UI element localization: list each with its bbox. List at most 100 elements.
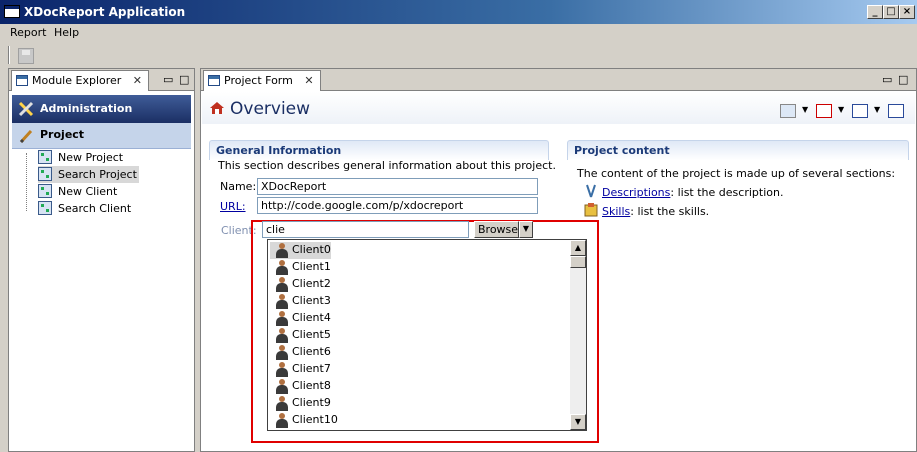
client-suggestion-list[interactable]: Client0 Client1 Client2 Client3 Client4 … bbox=[267, 239, 587, 431]
menu-report[interactable]: Report bbox=[10, 26, 46, 39]
tree-item-label: Search Project bbox=[58, 168, 137, 181]
user-icon bbox=[276, 345, 288, 360]
search-project-icon bbox=[38, 167, 52, 181]
save-icon[interactable] bbox=[18, 48, 34, 64]
tree-item-label: Search Client bbox=[58, 202, 132, 215]
new-client-icon bbox=[38, 184, 52, 198]
list-scrollbar[interactable]: ▲ ▼ bbox=[570, 240, 586, 430]
maximize-button[interactable]: □ bbox=[883, 5, 899, 19]
administration-header[interactable]: Administration bbox=[12, 95, 191, 123]
scroll-thumb[interactable] bbox=[570, 256, 586, 268]
list-item-client5[interactable]: Client5 bbox=[270, 327, 331, 344]
project-form-panel: Project Form ✕ ▭ □ Overview ▼ ▼ ▼ Genera… bbox=[200, 68, 917, 452]
tree-item-search-client[interactable]: Search Client bbox=[38, 200, 133, 217]
window-title: XDocReport Application bbox=[24, 5, 186, 19]
chevron-down-icon[interactable]: ▼ bbox=[802, 105, 808, 114]
view-icon bbox=[208, 75, 220, 86]
maximize-view-icon[interactable]: □ bbox=[898, 73, 908, 86]
project-label: Project bbox=[40, 128, 85, 141]
tab-module-explorer[interactable]: Module Explorer ✕ bbox=[11, 70, 150, 91]
xml-export-icon[interactable] bbox=[780, 104, 796, 118]
browse-dropdown-button[interactable]: ▼ bbox=[519, 221, 533, 238]
list-item-client6[interactable]: Client6 bbox=[270, 344, 331, 361]
project-content-title: Project content bbox=[567, 140, 909, 160]
user-icon bbox=[276, 413, 288, 428]
user-icon bbox=[276, 396, 288, 411]
user-icon bbox=[276, 243, 288, 258]
tab-module-explorer-label: Module Explorer bbox=[32, 74, 122, 87]
chevron-down-icon[interactable]: ▼ bbox=[838, 105, 844, 114]
user-icon bbox=[276, 311, 288, 326]
list-item-client2[interactable]: Client2 bbox=[270, 276, 331, 293]
scroll-down-icon[interactable]: ▼ bbox=[570, 414, 586, 430]
tree-item-new-project[interactable]: New Project bbox=[38, 149, 125, 166]
tree-connector bbox=[26, 153, 27, 211]
description-icon bbox=[586, 184, 596, 198]
tab-close-icon[interactable]: ✕ bbox=[304, 74, 313, 87]
list-item-client3[interactable]: Client3 bbox=[270, 293, 331, 310]
search-client-icon bbox=[38, 201, 52, 215]
explorer-tab-header: Module Explorer ✕ ▭ □ bbox=[9, 69, 194, 91]
view-icon bbox=[16, 75, 28, 86]
minimize-view-icon[interactable]: ▭ bbox=[882, 73, 892, 86]
tab-project-form-label: Project Form bbox=[224, 74, 293, 87]
window-title-bar: XDocReport Application _ □ × bbox=[0, 0, 917, 24]
user-icon bbox=[276, 379, 288, 394]
tree-item-label: New Client bbox=[58, 185, 118, 198]
menu-bar: Report Help bbox=[0, 24, 917, 42]
tree-item-label: New Project bbox=[58, 151, 124, 164]
list-item-client8[interactable]: Client8 bbox=[270, 378, 331, 395]
skills-icon bbox=[584, 203, 598, 217]
new-project-icon bbox=[38, 150, 52, 164]
close-button[interactable]: × bbox=[899, 5, 915, 19]
list-item-client4[interactable]: Client4 bbox=[270, 310, 331, 327]
name-label: Name: bbox=[220, 180, 257, 193]
toolbar bbox=[0, 42, 917, 68]
form-tab-header: Project Form ✕ ▭ □ bbox=[201, 69, 916, 91]
list-item-client7[interactable]: Client7 bbox=[270, 361, 331, 378]
user-icon bbox=[276, 328, 288, 343]
overview-header: Overview ▼ ▼ ▼ bbox=[202, 92, 915, 124]
administration-label: Administration bbox=[40, 102, 133, 115]
app-icon bbox=[4, 5, 20, 18]
toolbar-separator bbox=[8, 46, 10, 64]
client-field[interactable] bbox=[262, 221, 469, 238]
list-item-client10[interactable]: Client10 bbox=[270, 412, 338, 429]
home-icon bbox=[210, 102, 224, 114]
scroll-up-icon[interactable]: ▲ bbox=[570, 240, 586, 256]
word-export-icon[interactable] bbox=[852, 104, 868, 118]
name-field[interactable] bbox=[257, 178, 538, 195]
user-icon bbox=[276, 294, 288, 309]
list-item-client9[interactable]: Client9 bbox=[270, 395, 331, 412]
skills-link[interactable]: Skills bbox=[602, 205, 630, 218]
pdf-export-icon[interactable] bbox=[816, 104, 832, 118]
skills-text: : list the skills. bbox=[630, 205, 710, 218]
descriptions-text: : list the description. bbox=[670, 186, 784, 199]
maximize-view-icon[interactable]: □ bbox=[179, 73, 189, 86]
tab-project-form[interactable]: Project Form ✕ bbox=[203, 70, 321, 91]
descriptions-link[interactable]: Descriptions bbox=[602, 186, 670, 199]
report-icon[interactable] bbox=[888, 104, 904, 118]
list-item-client1[interactable]: Client1 bbox=[270, 259, 331, 276]
list-item-client0[interactable]: Client0 bbox=[270, 242, 331, 259]
chevron-down-icon[interactable]: ▼ bbox=[874, 105, 880, 114]
general-info-title: General Information bbox=[209, 140, 549, 160]
browse-button[interactable]: Browse bbox=[474, 221, 519, 238]
project-header[interactable]: Project bbox=[12, 123, 191, 149]
minimize-button[interactable]: _ bbox=[867, 5, 883, 19]
user-icon bbox=[276, 277, 288, 292]
user-icon bbox=[276, 362, 288, 377]
general-info-description: This section describes general informati… bbox=[218, 159, 556, 172]
module-explorer-panel: Module Explorer ✕ ▭ □ Administration Pro… bbox=[8, 68, 195, 452]
url-field[interactable] bbox=[257, 197, 538, 214]
page-title: Overview bbox=[230, 99, 311, 119]
minimize-view-icon[interactable]: ▭ bbox=[163, 73, 173, 86]
tab-close-icon[interactable]: ✕ bbox=[133, 74, 142, 87]
menu-help[interactable]: Help bbox=[54, 26, 79, 39]
url-link[interactable]: URL: bbox=[220, 200, 246, 213]
tree-item-search-project[interactable]: Search Project bbox=[38, 166, 139, 183]
user-icon bbox=[276, 260, 288, 275]
tools-icon bbox=[18, 101, 34, 117]
pencil-icon bbox=[19, 129, 33, 144]
tree-item-new-client[interactable]: New Client bbox=[38, 183, 119, 200]
